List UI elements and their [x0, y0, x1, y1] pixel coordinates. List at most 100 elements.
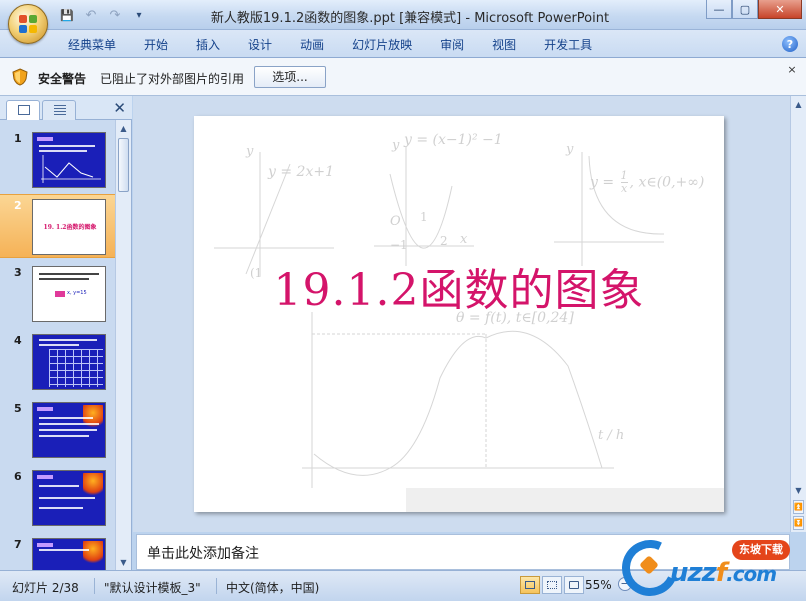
tab-insert[interactable]: 插入: [182, 36, 234, 54]
thumb-highlight: [55, 291, 65, 297]
save-icon[interactable]: 💾: [58, 6, 76, 24]
eq3-suffix: , x∈(0,+∞): [629, 174, 705, 191]
language-indicator[interactable]: 中文(简体，中国): [226, 579, 319, 596]
slide-thumbnail-7[interactable]: 7: [0, 534, 116, 570]
normal-view-icon: [525, 581, 535, 589]
graph-label-eq2: y = (x−1)² −1: [404, 132, 503, 148]
options-button[interactable]: 选项...: [254, 66, 326, 88]
minimize-button[interactable]: —: [706, 0, 732, 19]
office-logo-icon: [19, 15, 37, 33]
tab-animations[interactable]: 动画: [286, 36, 338, 54]
thumb-text-line: [39, 497, 95, 499]
scroll-down-icon[interactable]: ▼: [791, 482, 806, 498]
axis-label-y2: y: [392, 138, 400, 153]
redo-icon[interactable]: ↷: [106, 6, 124, 24]
status-divider: [216, 578, 217, 594]
undo-icon[interactable]: ↶: [82, 6, 100, 24]
slide-sorter-view-button[interactable]: [542, 576, 562, 594]
slide-scrollbar[interactable]: ▲ ▼ ⏫ ⏬: [790, 96, 806, 532]
slide-thumbnail-4[interactable]: 4: [0, 330, 116, 394]
axis-label-x2: x: [460, 232, 468, 247]
tick-label-neg1: −1: [390, 238, 408, 252]
slide-show-button[interactable]: [564, 576, 584, 594]
thumb-heading: [37, 475, 53, 479]
thumb-text-line: [39, 278, 89, 280]
pane-tabs: ✕: [0, 96, 132, 120]
next-slide-icon[interactable]: ⏬: [793, 516, 804, 530]
slide-show-icon: [569, 581, 579, 589]
close-icon[interactable]: ×: [786, 64, 798, 76]
security-warning-message: 已阻止了对外部图片的引用: [100, 72, 245, 86]
tab-outline[interactable]: [42, 100, 76, 120]
scroll-up-icon[interactable]: ▲: [116, 120, 131, 136]
thumb-text-line: [39, 429, 97, 431]
customize-qat-icon[interactable]: ▾: [130, 6, 148, 24]
slide-thumbnail-5[interactable]: 5: [0, 398, 116, 462]
office-button[interactable]: [8, 4, 48, 44]
tab-home[interactable]: 开始: [130, 36, 182, 54]
security-warning-title: 安全警告: [38, 72, 87, 86]
tick-label-1: 1: [420, 210, 428, 224]
thumb-table: [49, 349, 103, 387]
tab-developer[interactable]: 开发工具: [530, 36, 606, 54]
scroll-thumb[interactable]: [118, 138, 129, 192]
previous-slide-icon[interactable]: ⏫: [793, 500, 804, 514]
palm-decoration-icon: [83, 541, 103, 567]
palm-decoration-icon: [83, 473, 103, 499]
slide-canvas[interactable]: y = 2x+1 y = (x−1)² −1 y = 1x, x∈(0,+∞) …: [194, 116, 724, 512]
slide-number: 3: [14, 266, 22, 279]
quick-access-toolbar: 💾 ↶ ↷ ▾: [58, 6, 148, 24]
title-bar: 💾 ↶ ↷ ▾ 新人教版19.1.2函数的图象.ppt [兼容模式] - Mic…: [0, 0, 806, 30]
slide-thumbnail-1[interactable]: 1: [0, 128, 116, 192]
close-pane-icon[interactable]: ✕: [113, 100, 126, 116]
slide-number: 5: [14, 402, 22, 415]
thumb-text-line: [39, 417, 93, 419]
slide-preview: [32, 402, 106, 458]
zoom-level[interactable]: 55%: [585, 578, 612, 592]
scroll-down-icon[interactable]: ▼: [116, 554, 131, 570]
slide-number: 1: [14, 132, 22, 145]
tab-review[interactable]: 审阅: [426, 36, 478, 54]
tab-design[interactable]: 设计: [234, 36, 286, 54]
tab-slides[interactable]: [6, 100, 40, 120]
tab-classic-menu[interactable]: 经典菜单: [68, 36, 130, 54]
eq3-denominator: x: [620, 182, 628, 195]
slide-title[interactable]: 19.1.2函数的图象: [194, 254, 724, 318]
graph-label-eq3: y = 1x, x∈(0,+∞): [590, 170, 704, 195]
tick-label-2: 2: [440, 234, 448, 248]
maximize-button[interactable]: ▢: [732, 0, 758, 19]
tab-slide-show[interactable]: 幻灯片放映: [338, 36, 426, 54]
ribbon-tabs: 经典菜单 开始 插入 设计 动画 幻灯片放映 审阅 视图 开发工具: [68, 36, 606, 54]
eq3-prefix: y =: [590, 174, 619, 191]
brand-part-a: uzz: [670, 558, 717, 588]
close-button[interactable]: ✕: [758, 0, 802, 19]
scroll-up-icon[interactable]: ▲: [791, 96, 806, 112]
origin-label: O: [390, 214, 401, 229]
help-icon[interactable]: ?: [782, 36, 798, 52]
thumbnails-scrollbar[interactable]: ▲ ▼: [115, 120, 131, 570]
slide-thumbnail-6[interactable]: 6: [0, 466, 116, 530]
thumb-text-line: [39, 435, 89, 437]
slide-thumbnail-3[interactable]: 3 x, y=15: [0, 262, 116, 326]
slide-counter: 幻灯片 2/38: [12, 581, 79, 595]
thumb-text-line: [39, 423, 99, 425]
thumb-text-line: [39, 273, 99, 275]
normal-view-button[interactable]: [520, 576, 540, 594]
slide-thumbnail-2[interactable]: 2 19. 1.2函数的图象: [0, 194, 116, 258]
slide-preview: x, y=15: [32, 266, 106, 322]
notes-placeholder: 单击此处添加备注: [147, 546, 259, 562]
graph-label-eq1: y = 2x+1: [268, 164, 334, 180]
brand-part-b: f: [715, 558, 727, 588]
slide-editing-area: y = 2x+1 y = (x−1)² −1 y = 1x, x∈(0,+∞) …: [133, 96, 806, 532]
thumb-heading: [37, 543, 53, 547]
tab-view[interactable]: 视图: [478, 36, 530, 54]
slide-number: 6: [14, 470, 22, 483]
window-controls: — ▢ ✕: [706, 0, 802, 19]
thumb-graph: [41, 155, 101, 183]
slide-sorter-icon: [547, 581, 557, 589]
slide-preview: [32, 538, 106, 570]
slide-number: 4: [14, 334, 22, 347]
slides-pane: ✕ 1 2 19. 1.2函数的图象 3 x, y=15 4 5 6 7 ▲ ▼: [0, 96, 132, 570]
thumb-text-line: [39, 507, 83, 509]
watermark-brand: uzzf.com: [670, 558, 777, 588]
